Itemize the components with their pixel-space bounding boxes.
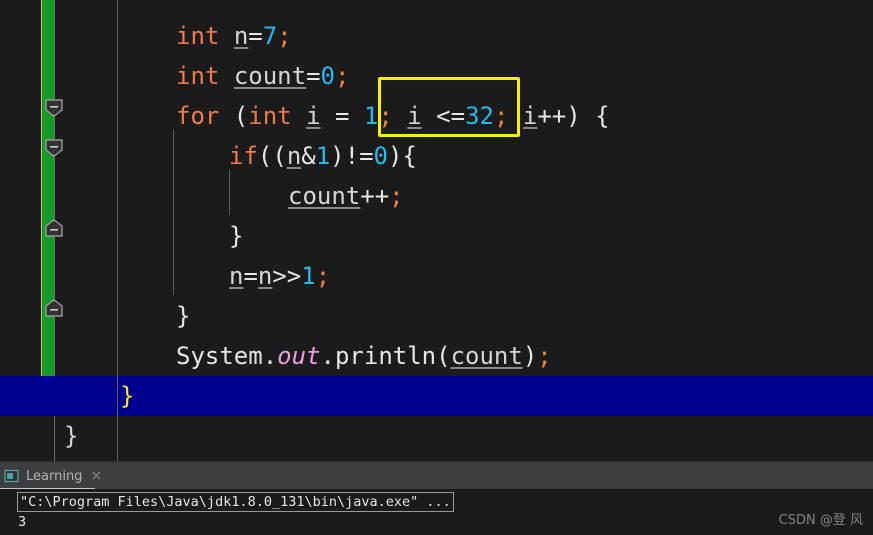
- code-token: ;: [378, 102, 393, 130]
- code-token: }: [176, 302, 191, 330]
- code-token: count: [288, 182, 361, 210]
- code-token: int: [176, 22, 220, 50]
- console-command-text: "C:\Program Files\Java\jdk1.8.0_131\bin\…: [20, 494, 451, 510]
- line-if[interactable]: if((n&1)!=0){: [229, 136, 417, 176]
- code-token: for: [176, 102, 220, 130]
- close-icon[interactable]: ×: [90, 469, 102, 483]
- code-token: 1: [363, 102, 379, 130]
- code-token: 7: [262, 22, 278, 50]
- code-token: (: [219, 102, 249, 130]
- code-token: count: [233, 62, 307, 90]
- console-program-output: 3: [18, 514, 27, 530]
- code-token: 1: [315, 142, 331, 170]
- code-token: i: [407, 102, 422, 130]
- code-token: if: [229, 142, 258, 170]
- line-count-inc[interactable]: count++;: [288, 176, 404, 216]
- fold-marker-if-end[interactable]: [44, 218, 64, 238]
- code-token: ;: [277, 22, 292, 50]
- console-tab-label: Learning: [26, 468, 83, 484]
- indent-guide-level-3: [229, 170, 230, 215]
- code-token: ): [522, 342, 538, 370]
- line-println[interactable]: System.out.println(count);: [176, 336, 552, 376]
- code-token: <=: [421, 102, 466, 130]
- indent-guide-level-1: [117, 0, 118, 461]
- code-token: int: [176, 62, 220, 90]
- code-token: ;: [334, 62, 350, 90]
- console-command-box: "C:\Program Files\Java\jdk1.8.0_131\bin\…: [17, 492, 454, 512]
- code-token: count: [450, 342, 523, 370]
- line-for-close[interactable]: }: [176, 296, 190, 336]
- code-token: =: [320, 102, 364, 130]
- code-token: }: [64, 422, 79, 450]
- code-token: i: [522, 102, 538, 130]
- fold-marker-if-block[interactable]: [44, 138, 64, 158]
- code-token: n: [229, 262, 244, 290]
- code-token: ;: [537, 342, 552, 370]
- code-token: ;: [493, 102, 509, 130]
- code-token: ++) {: [537, 102, 610, 130]
- console-tab-bar: Learning ×: [0, 461, 873, 490]
- code-token: .println(: [320, 342, 451, 370]
- code-token: }: [229, 222, 244, 250]
- fold-marker-for-loop[interactable]: [44, 98, 64, 118]
- code-token: ){: [387, 142, 417, 170]
- code-token: out: [277, 342, 321, 370]
- line-class-close[interactable]: }: [64, 416, 78, 456]
- code-token: 1: [301, 262, 316, 290]
- code-token: &: [301, 142, 316, 170]
- code-token: }: [120, 382, 135, 410]
- code-token: ;: [389, 182, 404, 210]
- watermark-text: CSDN @登 风: [778, 513, 863, 528]
- code-editor[interactable]: int n=7; int count=0; for (int i = 1; i <=…: [0, 0, 873, 461]
- line-method-close[interactable]: }: [120, 376, 134, 416]
- code-token: =: [243, 262, 258, 290]
- line-int-n[interactable]: int n=7;: [176, 16, 292, 56]
- ide-window: int n=7; int count=0; for (int i = 1; i <=…: [0, 0, 873, 535]
- code-token: ++: [360, 182, 390, 210]
- line-if-close[interactable]: }: [229, 216, 243, 256]
- code-token: n: [257, 262, 273, 290]
- code-token: System.: [176, 342, 278, 370]
- code-token: i: [306, 102, 321, 130]
- line-for[interactable]: for (int i = 1; i <=32; i++) {: [176, 96, 610, 136]
- code-token: =: [248, 22, 263, 50]
- code-token: n: [233, 22, 249, 50]
- line-int-count[interactable]: int count=0;: [176, 56, 349, 96]
- code-token: 32: [465, 102, 494, 130]
- code-token: )!=: [330, 142, 374, 170]
- code-token: >>: [272, 262, 302, 290]
- code-token: =: [306, 62, 321, 90]
- code-token: 0: [320, 62, 335, 90]
- console-output-area[interactable]: "C:\Program Files\Java\jdk1.8.0_131\bin\…: [0, 489, 873, 535]
- code-token: ((: [257, 142, 287, 170]
- run-configuration-icon: [4, 468, 20, 484]
- console-tab-learning[interactable]: Learning ×: [0, 462, 110, 490]
- code-token: n: [286, 142, 302, 170]
- code-token: int: [248, 102, 292, 130]
- code-token: ;: [315, 262, 331, 290]
- code-token: 0: [373, 142, 388, 170]
- run-console-panel: Learning × "C:\Program Files\Java\jdk1.8…: [0, 461, 873, 535]
- fold-marker-for-end[interactable]: [44, 298, 64, 318]
- indent-guide-level-2: [173, 130, 174, 295]
- gutter-change-marker[interactable]: [42, 0, 54, 400]
- line-n-shift[interactable]: n=n>>1;: [229, 256, 330, 296]
